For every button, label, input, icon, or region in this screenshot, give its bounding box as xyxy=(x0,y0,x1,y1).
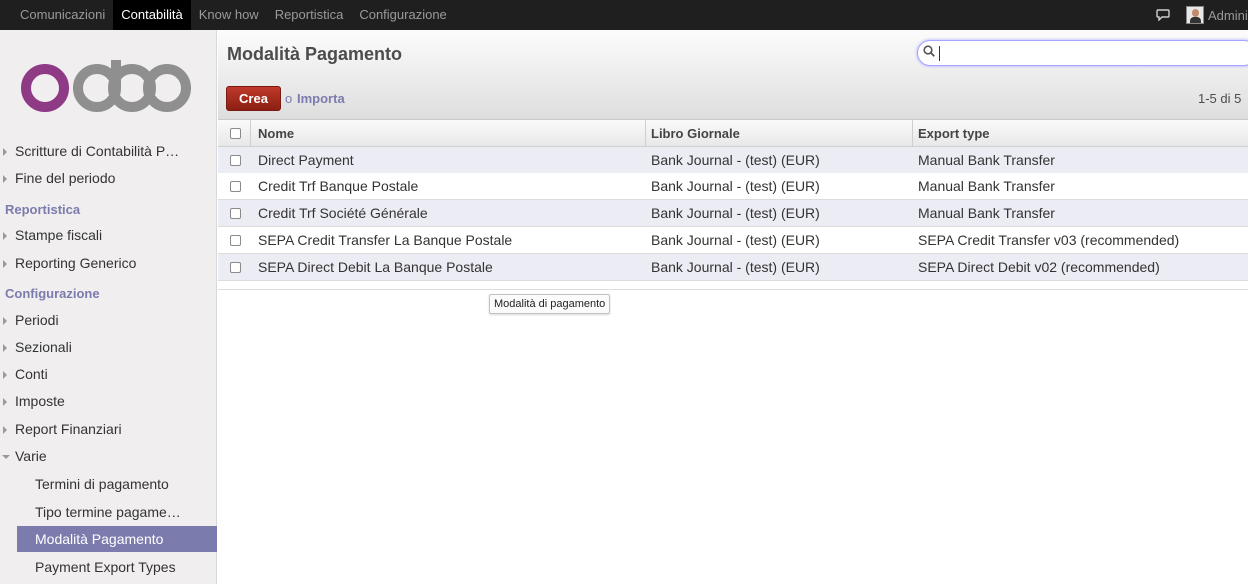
chat-icon[interactable] xyxy=(1156,9,1170,21)
cell-nome: Credit Trf Banque Postale xyxy=(258,178,419,194)
cell-libro-giornale: Bank Journal - (test) (EUR) xyxy=(651,152,820,168)
row-checkbox[interactable] xyxy=(230,208,241,219)
avatar-head xyxy=(1192,9,1199,17)
table-row[interactable]: Credit Trf Société Générale Bank Journal… xyxy=(218,200,1248,227)
sidebar-section-reportistica: Reportistica xyxy=(5,202,81,217)
column-divider xyxy=(250,120,251,147)
table-row[interactable]: SEPA Direct Debit La Banque Postale Bank… xyxy=(218,254,1248,281)
sidebar-item-tipo-termine[interactable]: Tipo termine pagame… xyxy=(17,499,217,525)
create-button[interactable]: Crea xyxy=(226,86,281,111)
tooltip: Modalità di pagamento xyxy=(489,294,611,314)
cell-export-type: SEPA Credit Transfer v03 (recommended) xyxy=(918,232,1180,248)
user-name[interactable]: Administrator xyxy=(1208,8,1248,23)
sidebar-item-label: Scritture di Contabilità P… xyxy=(15,143,180,159)
column-header-nome[interactable]: Nome xyxy=(258,126,294,141)
sidebar-item-label: Sezionali xyxy=(15,339,72,355)
table-row[interactable]: Credit Trf Banque Postale Bank Journal -… xyxy=(218,173,1248,200)
cell-libro-giornale: Bank Journal - (test) (EUR) xyxy=(651,232,820,248)
table-row[interactable]: Direct Payment Bank Journal - (test) (EU… xyxy=(218,147,1248,174)
select-all-checkbox[interactable] xyxy=(230,128,241,139)
cell-libro-giornale: Bank Journal - (test) (EUR) xyxy=(651,178,820,194)
topbar-right: Administrator xyxy=(1156,0,1248,30)
cell-export-type: SEPA Direct Debit v02 (recommended) xyxy=(918,259,1160,275)
import-link[interactable]: Importa xyxy=(297,91,345,106)
text-cursor xyxy=(939,46,940,61)
cell-nome: SEPA Credit Transfer La Banque Postale xyxy=(258,232,513,248)
column-header-export-type[interactable]: Export type xyxy=(918,126,990,141)
sidebar-item-periodi[interactable]: Periodi xyxy=(0,307,217,333)
cell-export-type: Manual Bank Transfer xyxy=(918,152,1055,168)
sidebar-item-termini-pagamento[interactable]: Termini di pagamento xyxy=(17,471,217,497)
sidebar-item-scritture[interactable]: Scritture di Contabilità P… xyxy=(0,138,217,164)
caret-right-icon xyxy=(3,371,7,379)
sidebar-item-label: Fine del periodo xyxy=(15,170,116,186)
sidebar-item-label: Imposte xyxy=(15,393,65,409)
cell-nome: Credit Trf Société Générale xyxy=(258,205,428,221)
sidebar: Scritture di Contabilità P… Fine del per… xyxy=(0,30,217,584)
row-checkbox[interactable] xyxy=(230,155,241,166)
caret-right-icon xyxy=(3,175,7,183)
cell-nome: Direct Payment xyxy=(258,152,354,168)
caret-right-icon xyxy=(3,426,7,434)
sidebar-item-label: Periodi xyxy=(15,312,59,328)
pager-value[interactable]: 1-5 di 5 xyxy=(1198,91,1241,106)
avatar-body xyxy=(1190,17,1201,23)
control-panel: Modalità Pagamento Crea o Importa 1-5 di… xyxy=(218,30,1248,120)
sidebar-item-report-finanziari[interactable]: Report Finanziari xyxy=(0,416,217,442)
cell-nome: SEPA Direct Debit La Banque Postale xyxy=(258,259,493,275)
row-checkbox[interactable] xyxy=(230,181,241,192)
or-text: o xyxy=(285,91,293,106)
sidebar-item-label: Payment Export Types xyxy=(35,559,176,575)
sidebar-item-label: Report Finanziari xyxy=(15,421,122,437)
top-menu-configurazione[interactable]: Configurazione xyxy=(351,0,454,30)
top-navbar: Comunicazioni Contabilità Know how Repor… xyxy=(0,0,1248,30)
sidebar-item-stampe-fiscali[interactable]: Stampe fiscali xyxy=(0,222,217,248)
odoo-logo[interactable] xyxy=(20,60,192,114)
sidebar-item-label: Reporting Generico xyxy=(15,255,137,271)
sidebar-item-imposte[interactable]: Imposte xyxy=(0,388,217,414)
caret-right-icon xyxy=(3,344,7,352)
sidebar-item-label: Varie xyxy=(15,448,47,464)
search-input[interactable] xyxy=(917,40,1248,66)
row-checkbox[interactable] xyxy=(230,262,241,273)
sidebar-item-fine-periodo[interactable]: Fine del periodo xyxy=(0,165,217,191)
sidebar-item-label: Termini di pagamento xyxy=(35,476,169,492)
table-row[interactable]: SEPA Credit Transfer La Banque Postale B… xyxy=(218,227,1248,254)
caret-down-icon xyxy=(2,455,10,459)
caret-right-icon xyxy=(3,148,7,156)
sidebar-item-label: Conti xyxy=(15,366,48,382)
row-checkbox[interactable] xyxy=(230,235,241,246)
caret-right-icon xyxy=(3,317,7,325)
sidebar-item-conti[interactable]: Conti xyxy=(0,361,217,387)
sidebar-item-varie[interactable]: Varie xyxy=(0,443,217,469)
sidebar-section-configurazione: Configurazione xyxy=(5,286,100,301)
top-menu-reportistica[interactable]: Reportistica xyxy=(267,0,352,30)
column-divider xyxy=(912,120,913,147)
sidebar-item-payment-export-types[interactable]: Payment Export Types xyxy=(17,554,217,580)
sidebar-item-modalita-pagamento[interactable]: Modalità Pagamento xyxy=(17,526,217,552)
sidebar-item-label: Modalità Pagamento xyxy=(35,531,164,547)
top-menu: Comunicazioni Contabilità Know how Repor… xyxy=(12,0,455,30)
cell-export-type: Manual Bank Transfer xyxy=(918,205,1055,221)
top-menu-contabilita[interactable]: Contabilità xyxy=(113,0,191,30)
search-icon xyxy=(923,45,935,57)
sidebar-item-label: Tipo termine pagame… xyxy=(35,504,181,520)
cell-export-type: Manual Bank Transfer xyxy=(918,178,1055,194)
column-divider xyxy=(645,120,646,147)
caret-right-icon xyxy=(3,232,7,240)
sidebar-item-reporting-generico[interactable]: Reporting Generico xyxy=(0,250,217,276)
page-title: Modalità Pagamento xyxy=(227,44,403,64)
table-footer xyxy=(218,281,1248,290)
top-menu-know-how[interactable]: Know how xyxy=(191,0,267,30)
table-header-row: Nome Libro Giornale Export type xyxy=(218,120,1248,147)
caret-right-icon xyxy=(3,260,7,268)
column-header-libro-giornale[interactable]: Libro Giornale xyxy=(651,126,740,141)
user-avatar[interactable] xyxy=(1186,6,1204,24)
sidebar-item-label: Stampe fiscali xyxy=(15,227,103,243)
sidebar-item-sezionali[interactable]: Sezionali xyxy=(0,334,217,360)
top-menu-comunicazioni[interactable]: Comunicazioni xyxy=(12,0,113,30)
cell-libro-giornale: Bank Journal - (test) (EUR) xyxy=(651,205,820,221)
cell-libro-giornale: Bank Journal - (test) (EUR) xyxy=(651,259,820,275)
caret-right-icon xyxy=(3,398,7,406)
